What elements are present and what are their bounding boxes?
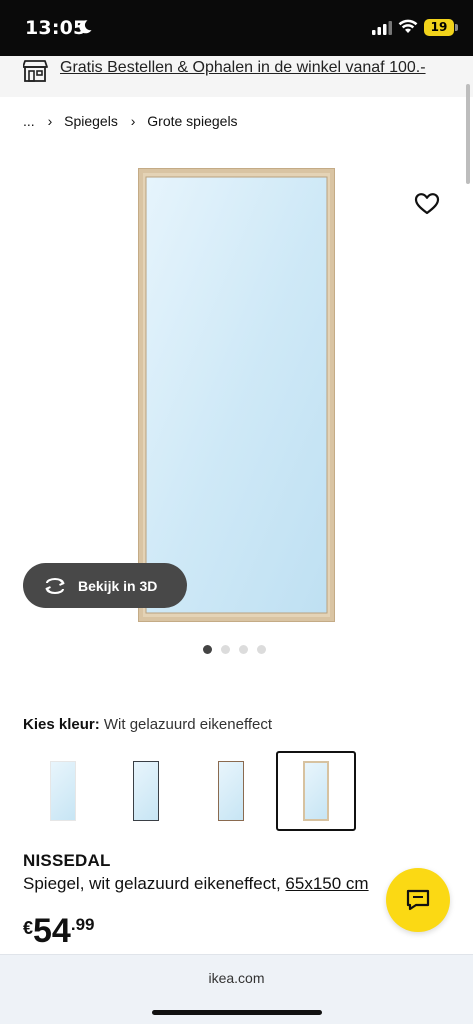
browser-url[interactable]: ikea.com bbox=[0, 970, 473, 986]
price-decimals: .99 bbox=[70, 915, 95, 934]
carousel-dot[interactable] bbox=[221, 645, 230, 654]
product-name: NISSEDAL bbox=[23, 851, 111, 870]
carousel-dot[interactable] bbox=[257, 645, 266, 654]
color-label: Kies kleur: Wit gelazuurd eikeneffect bbox=[23, 716, 272, 733]
battery-icon: 19 bbox=[424, 19, 454, 36]
breadcrumb: ... › Spiegels › Grote spiegels bbox=[23, 112, 238, 129]
swatch-mirror-thumbnail bbox=[218, 761, 244, 821]
color-swatch-white[interactable] bbox=[23, 751, 103, 831]
promo-link[interactable]: Gratis Bestellen & Ophalen in de winkel … bbox=[60, 59, 426, 77]
moon-icon bbox=[79, 20, 92, 34]
promo-banner[interactable]: Gratis Bestellen & Ophalen in de winkel … bbox=[0, 56, 473, 97]
breadcrumb-separator-icon: › bbox=[47, 113, 53, 130]
breadcrumb-item-grote-spiegels[interactable]: Grote spiegels bbox=[147, 113, 237, 129]
chat-button[interactable] bbox=[386, 868, 450, 932]
color-swatch-brown[interactable] bbox=[191, 751, 271, 831]
view-in-3d-label: Bekijk in 3D bbox=[78, 577, 158, 594]
carousel-dot[interactable] bbox=[239, 645, 248, 654]
swatch-mirror-thumbnail bbox=[50, 761, 76, 821]
color-swatch-white-stained-oak[interactable] bbox=[276, 751, 356, 831]
status-bar: 13:05 19 bbox=[0, 0, 473, 56]
view-in-3d-button[interactable]: Bekijk in 3D bbox=[23, 563, 187, 608]
carousel-dots bbox=[203, 645, 266, 654]
breadcrumb-separator-icon: › bbox=[130, 113, 136, 130]
breadcrumb-item-spiegels[interactable]: Spiegels bbox=[64, 113, 118, 129]
carousel-dot[interactable] bbox=[203, 645, 212, 654]
favorite-heart-icon[interactable] bbox=[414, 192, 440, 216]
product-description-text: Spiegel, wit gelazuurd eikeneffect, bbox=[23, 874, 286, 893]
rotate-3d-icon bbox=[45, 577, 65, 594]
chat-icon bbox=[406, 889, 430, 911]
swatch-mirror-thumbnail bbox=[303, 761, 329, 821]
product-dimensions-link[interactable]: 65x150 cm bbox=[285, 874, 368, 893]
price-currency: € bbox=[23, 918, 34, 938]
price-integer: 54 bbox=[33, 912, 71, 950]
battery-tip bbox=[455, 24, 458, 31]
browser-address-bar[interactable]: ikea.com bbox=[0, 954, 473, 1024]
product-price: €54.99 bbox=[23, 912, 94, 951]
color-label-title: Kies kleur: bbox=[23, 716, 100, 733]
wifi-icon bbox=[398, 19, 418, 33]
scrollbar[interactable] bbox=[466, 84, 470, 184]
home-indicator[interactable] bbox=[152, 1010, 322, 1015]
product-image[interactable] bbox=[138, 168, 335, 622]
store-icon bbox=[23, 60, 48, 82]
color-swatch-dark-grey[interactable] bbox=[106, 751, 186, 831]
swatch-mirror-thumbnail bbox=[133, 761, 159, 821]
signal-icon bbox=[372, 21, 392, 35]
breadcrumb-ellipsis[interactable]: ... bbox=[23, 113, 35, 129]
color-label-value: Wit gelazuurd eikeneffect bbox=[103, 716, 273, 733]
product-description: Spiegel, wit gelazuurd eikeneffect, 65x1… bbox=[23, 874, 369, 894]
